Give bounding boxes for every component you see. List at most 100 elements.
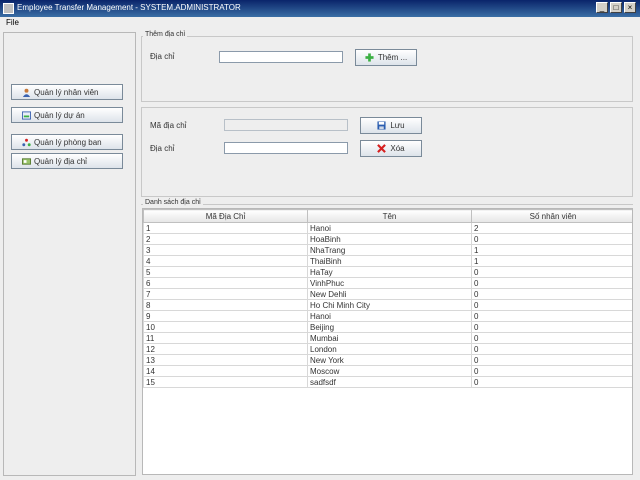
minimize-button[interactable]: _ xyxy=(596,2,608,13)
sidebar-item-projects[interactable]: Quản lý dự án xyxy=(11,107,123,123)
sidebar-item-addresses[interactable]: Quản lý địa chỉ xyxy=(11,153,123,169)
cell-employee-count: 0 xyxy=(471,376,632,388)
cell-code: 14 xyxy=(143,365,308,377)
address-code-input xyxy=(224,119,348,131)
delete-button[interactable]: Xóa xyxy=(360,140,422,157)
table-row[interactable]: 9 Hanoi 0 xyxy=(143,310,632,322)
cell-name: NhaTrang xyxy=(307,244,472,256)
address-table-grid: Mã Địa Chỉ Tên Số nhân viên 1 Hanoi 2 2 HoaB… xyxy=(143,209,632,388)
cell-code: 8 xyxy=(143,299,308,311)
project-icon xyxy=(22,110,31,120)
sidebar-item-label: Quản lý địa chỉ xyxy=(34,156,87,166)
save-button[interactable]: Lưu xyxy=(360,117,422,134)
table-row[interactable]: 10 Beijing 0 xyxy=(143,321,632,333)
maximize-button[interactable]: □ xyxy=(610,2,622,13)
sidebar-item-label: Quản lý nhân viên xyxy=(34,87,99,97)
app-icon xyxy=(3,3,14,14)
edit-address-input[interactable] xyxy=(224,142,348,154)
cell-code: 2 xyxy=(143,233,308,245)
add-button-label: Thêm ... xyxy=(377,53,408,62)
column-header-code[interactable]: Mã Địa Chỉ xyxy=(143,209,308,223)
address-icon xyxy=(22,157,31,165)
sidebar-item-departments[interactable]: Quản lý phòng ban xyxy=(11,134,123,150)
column-header-name[interactable]: Tên xyxy=(307,209,472,223)
delete-x-icon xyxy=(377,144,387,153)
sidebar-item-employees[interactable]: Quản lý nhân viên xyxy=(11,84,123,100)
close-button[interactable]: × xyxy=(624,2,636,13)
address-code-label: Mã địa chỉ xyxy=(150,121,187,130)
table-row[interactable]: 1 Hanoi 2 xyxy=(143,222,632,234)
cell-name: Beijing xyxy=(307,321,472,333)
menu-bar: File xyxy=(0,17,640,29)
cell-employee-count: 0 xyxy=(471,233,632,245)
add-address-input[interactable] xyxy=(219,51,343,63)
cell-code: 12 xyxy=(143,343,308,355)
add-address-legend: Thêm địa chỉ xyxy=(143,31,188,38)
cell-employee-count: 0 xyxy=(471,266,632,278)
cell-employee-count: 0 xyxy=(471,321,632,333)
add-address-label: Địa chỉ xyxy=(150,52,175,61)
department-icon xyxy=(22,138,31,146)
table-row[interactable]: 11 Mumbai 0 xyxy=(143,332,632,344)
cell-code: 5 xyxy=(143,266,308,278)
table-row[interactable]: 4 ThaiBinh 1 xyxy=(143,255,632,267)
table-row[interactable]: 8 Ho Chi Minh City 0 xyxy=(143,299,632,311)
cell-code: 13 xyxy=(143,354,308,366)
table-row[interactable]: 13 New York 0 xyxy=(143,354,632,366)
title-bar[interactable]: Employee Transfer Management - SYSTEM.AD… xyxy=(0,0,640,17)
cell-employee-count: 0 xyxy=(471,277,632,289)
cell-name: HoaBinh xyxy=(307,233,472,245)
cell-employee-count: 0 xyxy=(471,332,632,344)
cell-code: 15 xyxy=(143,376,308,388)
cell-employee-count: 0 xyxy=(471,343,632,355)
cell-employee-count: 0 xyxy=(471,354,632,366)
cell-code: 10 xyxy=(143,321,308,333)
add-address-panel xyxy=(141,36,633,102)
list-divider xyxy=(141,204,633,205)
address-table: Mã Địa Chỉ Tên Số nhân viên 1 Hanoi 2 2 HoaB… xyxy=(142,208,633,475)
column-header-employee-count[interactable]: Số nhân viên xyxy=(471,209,632,223)
address-list-legend: Danh sách địa chỉ xyxy=(143,199,203,206)
cell-name: sadfsdf xyxy=(307,376,472,388)
cell-employee-count: 0 xyxy=(471,365,632,377)
cell-name: New York xyxy=(307,354,472,366)
add-button[interactable]: Thêm ... xyxy=(355,49,417,66)
cell-code: 9 xyxy=(143,310,308,322)
cell-name: Mumbai xyxy=(307,332,472,344)
table-header-row: Mã Địa Chỉ Tên Số nhân viên xyxy=(143,209,632,223)
table-row[interactable]: 7 New Dehli 0 xyxy=(143,288,632,300)
sidebar-item-label: Quản lý dự án xyxy=(34,110,85,120)
cell-code: 3 xyxy=(143,244,308,256)
table-row[interactable]: 5 HaTay 0 xyxy=(143,266,632,278)
window-title: Employee Transfer Management - SYSTEM.AD… xyxy=(17,3,241,12)
cell-name: Ho Chi Minh City xyxy=(307,299,472,311)
menu-file[interactable]: File xyxy=(6,18,19,27)
table-row[interactable]: 6 VinhPhuc 0 xyxy=(143,277,632,289)
table-row[interactable]: 15 sadfsdf 0 xyxy=(143,376,632,388)
cell-employee-count: 0 xyxy=(471,288,632,300)
cell-name: New Dehli xyxy=(307,288,472,300)
cell-name: Hanoi xyxy=(307,222,472,234)
cell-employee-count: 1 xyxy=(471,255,632,267)
table-row[interactable]: 3 NhaTrang 1 xyxy=(143,244,632,256)
cell-code: 6 xyxy=(143,277,308,289)
user-icon xyxy=(22,88,31,97)
cell-employee-count: 0 xyxy=(471,299,632,311)
address-table-body: 1 Hanoi 2 2 HoaBinh 0 3 NhaTrang 1 4 ThaiBinh 1 5 HaT… xyxy=(143,222,632,388)
table-row[interactable]: 2 HoaBinh 0 xyxy=(143,233,632,245)
table-row[interactable]: 12 London 0 xyxy=(143,343,632,355)
edit-address-label: Địa chỉ xyxy=(150,144,175,153)
plus-icon xyxy=(365,53,374,62)
cell-name: VinhPhuc xyxy=(307,277,472,289)
delete-button-label: Xóa xyxy=(390,144,405,153)
save-button-label: Lưu xyxy=(390,121,405,130)
floppy-disk-icon xyxy=(377,121,386,130)
cell-name: Hanoi xyxy=(307,310,472,322)
table-row[interactable]: 14 Moscow 0 xyxy=(143,365,632,377)
cell-name: Moscow xyxy=(307,365,472,377)
cell-employee-count: 1 xyxy=(471,244,632,256)
sidebar: Quản lý nhân viên Quản lý dự án Quản lý … xyxy=(3,32,136,476)
cell-name: HaTay xyxy=(307,266,472,278)
cell-employee-count: 2 xyxy=(471,222,632,234)
cell-code: 1 xyxy=(143,222,308,234)
